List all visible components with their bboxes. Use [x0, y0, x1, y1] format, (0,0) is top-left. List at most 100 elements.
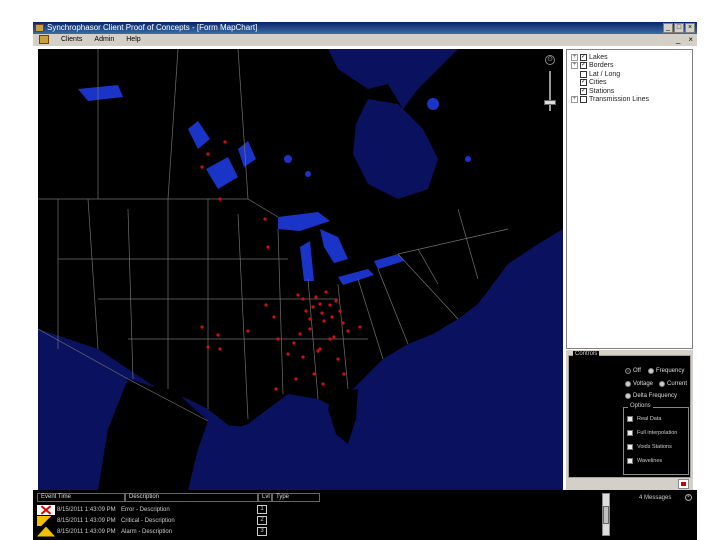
scrollbar-thumb[interactable]: [603, 506, 609, 524]
layer-label: Stations: [589, 87, 615, 95]
options-group-label: Options: [628, 403, 653, 409]
option-full-interpolation[interactable]: Full interpolation: [627, 430, 677, 436]
layer-checkbox[interactable]: ✓: [580, 62, 587, 70]
col-description[interactable]: Description: [125, 493, 258, 502]
radio-current[interactable]: Current: [659, 381, 687, 387]
map-canvas[interactable]: [38, 49, 563, 490]
option-real-data[interactable]: Real Data: [627, 416, 661, 422]
layer-lakes[interactable]: + ✓ Lakes: [571, 53, 688, 62]
option-checkbox[interactable]: [627, 444, 633, 450]
layer-checkbox[interactable]: ✓: [580, 53, 587, 61]
option-label: Full interpolation: [637, 430, 678, 436]
window-title: Synchrophasor Client Proof of Concepts -…: [47, 23, 258, 32]
option-label: Voids Stations: [637, 444, 672, 450]
mdi-close-button[interactable]: ×: [688, 34, 693, 46]
events-panel: Event Time Description Lvl Type 8/15/201…: [33, 490, 697, 540]
expand-placeholder: [571, 88, 578, 95]
radio-dot[interactable]: [625, 381, 631, 387]
expand-icon[interactable]: +: [571, 53, 578, 61]
error-icon: [37, 504, 55, 515]
radio-label: Frequency: [656, 368, 685, 374]
option-label: Real Data: [637, 416, 662, 422]
zoom-control[interactable]: ⊙: [541, 53, 559, 117]
layers-panel: + ✓ Lakes + ✓ Borders Lat / Long ✓ Citie…: [566, 49, 693, 349]
option-label: Wavelines: [637, 458, 663, 464]
events-scrollbar[interactable]: [602, 493, 610, 536]
controls-group: Controls Off Frequency Voltage Current D…: [568, 351, 691, 478]
events-header: Event Time Description Lvl Type: [37, 493, 320, 502]
menu-help[interactable]: Help: [126, 34, 140, 46]
event-level: 3: [257, 527, 267, 536]
radio-off[interactable]: Off: [625, 368, 641, 374]
document-icon[interactable]: [39, 35, 49, 44]
radio-label: Current: [667, 381, 688, 387]
radio-label: Off: [633, 368, 641, 374]
layer-label: Transmission Lines: [589, 96, 650, 104]
radio-label: Voltage: [633, 381, 654, 387]
layer-checkbox[interactable]: ✓: [580, 87, 587, 95]
layer-checkbox[interactable]: [580, 70, 587, 78]
options-group: Options Real Data Full interpolation Voi…: [623, 403, 689, 475]
event-description: Alarm - Description: [121, 528, 173, 535]
event-row[interactable]: 8/15/2011 1:43:09 PM Critical - Descript…: [37, 515, 267, 526]
event-row[interactable]: 8/15/2011 1:43:09 PM Error - Description…: [37, 504, 267, 515]
layer-cities[interactable]: ✓ Cities: [571, 79, 688, 88]
close-button[interactable]: ×: [685, 23, 695, 33]
radio-dot[interactable]: [625, 368, 631, 374]
menu-clients[interactable]: Clients: [61, 34, 82, 46]
export-icon[interactable]: [678, 479, 689, 489]
controls-group-label: Controls: [573, 351, 600, 357]
event-time: 8/15/2011 1:43:09 PM: [57, 517, 116, 524]
event-level: 2: [257, 516, 267, 525]
event-level: 1: [257, 505, 267, 514]
critical-icon: [37, 515, 55, 526]
radio-dot[interactable]: [625, 393, 631, 399]
event-description: Error - Description: [121, 506, 170, 513]
menu-bar: Clients Admin Help _ ×: [33, 34, 697, 46]
radio-voltage[interactable]: Voltage: [625, 381, 653, 387]
map-view[interactable]: ⊙: [38, 49, 563, 490]
radio-label: Delta Frequency: [633, 393, 678, 399]
layer-label: Borders: [589, 62, 614, 70]
radio-dot[interactable]: [659, 381, 665, 387]
col-event-time[interactable]: Event Time: [37, 493, 125, 502]
radio-delta-frequency[interactable]: Delta Frequency: [625, 393, 677, 399]
col-type[interactable]: Type: [272, 493, 320, 502]
option-checkbox[interactable]: [627, 416, 633, 422]
layer-lat-long[interactable]: Lat / Long: [571, 70, 688, 79]
expand-placeholder: [571, 71, 578, 78]
option-checkbox[interactable]: [627, 430, 633, 436]
window-title-bar: Synchrophasor Client Proof of Concepts -…: [33, 22, 697, 34]
option-wavelines[interactable]: Wavelines: [627, 458, 662, 464]
zoom-reset-icon[interactable]: ⊙: [545, 55, 555, 65]
layer-borders[interactable]: + ✓ Borders: [571, 62, 688, 71]
event-description: Critical - Description: [121, 517, 175, 524]
layer-label: Lat / Long: [589, 70, 621, 78]
zoom-slider-track[interactable]: [549, 71, 551, 111]
layer-checkbox[interactable]: ✓: [580, 79, 587, 87]
event-row[interactable]: 8/15/2011 1:43:09 PM Alarm - Description…: [37, 526, 267, 537]
radio-dot[interactable]: [648, 368, 654, 374]
event-time: 8/15/2011 1:43:09 PM: [57, 506, 116, 513]
minimize-button[interactable]: _: [663, 23, 673, 33]
maximize-button[interactable]: □: [674, 23, 684, 33]
layer-stations[interactable]: ✓ Stations: [571, 87, 688, 96]
alarm-icon: [37, 526, 55, 537]
expand-icon[interactable]: +: [571, 96, 578, 104]
app-icon: [35, 24, 44, 32]
layer-checkbox[interactable]: [580, 96, 587, 104]
radio-frequency[interactable]: Frequency: [648, 368, 684, 374]
menu-admin[interactable]: Admin: [94, 34, 114, 46]
layer-label: Lakes: [589, 53, 608, 61]
event-time: 8/15/2011 1:43:09 PM: [57, 528, 116, 535]
zoom-slider-thumb[interactable]: [544, 99, 556, 105]
layer-transmission-lines[interactable]: + Transmission Lines: [571, 96, 688, 105]
mdi-minimize-button[interactable]: _: [676, 34, 680, 46]
option-checkbox[interactable]: [627, 458, 633, 464]
col-level[interactable]: Lvl: [258, 493, 272, 502]
option-voids-stations[interactable]: Voids Stations: [627, 444, 672, 450]
message-count: 4 Messages: [639, 495, 672, 501]
close-icon[interactable]: ×: [685, 494, 692, 501]
layer-label: Cities: [589, 79, 607, 87]
expand-icon[interactable]: +: [571, 62, 578, 70]
